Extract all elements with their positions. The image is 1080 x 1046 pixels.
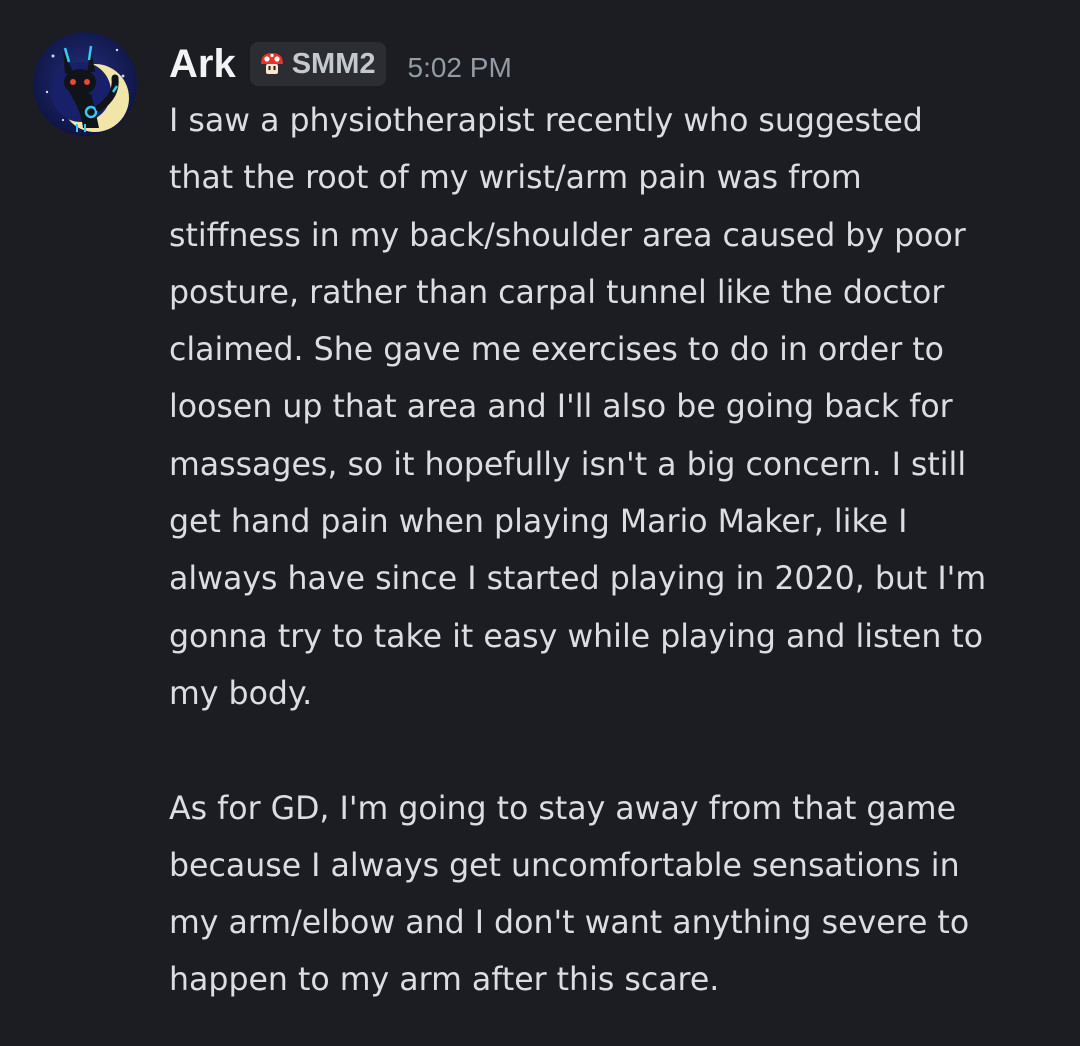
text-line: always have since I started playing in 2… [169,561,987,598]
text-line: I saw a physiotherapist recently who sug… [169,103,923,139]
text-line: that the root of my wrist/arm pain was f… [169,160,862,197]
umbreon-avatar-icon [33,32,137,136]
mushroom-icon [260,53,283,74]
message-paragraph: I saw a physiotherapist recently who sug… [169,93,1049,723]
text-line: because I always get uncomfortable sensa… [169,847,960,884]
text-line: massages, so it hopefully isn't a big co… [169,446,967,483]
message-content: I saw a physiotherapist recently who sug… [169,93,1049,1010]
role-tag[interactable]: SMM2 [249,42,386,86]
message-paragraph: As for GD, I'm going to stay away from t… [169,781,1049,1010]
author-name[interactable]: Ark [169,42,236,87]
text-line: my arm/elbow and I don't want anything s… [169,905,970,942]
text-line: gonna try to take it easy while playing … [169,618,984,655]
text-line: posture, rather than carpal tunnel like … [169,274,945,311]
role-tag-label: SMM2 [291,47,376,80]
text-line: happen to my arm after this scare. [169,962,720,999]
message-timestamp[interactable]: 5:02 PM [408,52,512,84]
chat-message: Ark SMM2 5:02 PM I saw a physiotherapist… [0,0,1080,1046]
message-header: Ark SMM2 5:02 PM [169,38,512,90]
text-line: As for GD, I'm going to stay away from t… [169,790,957,827]
text-line: loosen up that area and I'll also be goi… [169,389,953,426]
text-line: stiffness in my back/shoulder area cause… [169,217,966,254]
text-line: claimed. She gave me exercises to do in … [169,332,944,369]
text-line: my body. [169,675,313,712]
user-avatar[interactable] [33,32,137,136]
text-line: get hand pain when playing Mario Maker, … [169,504,908,541]
